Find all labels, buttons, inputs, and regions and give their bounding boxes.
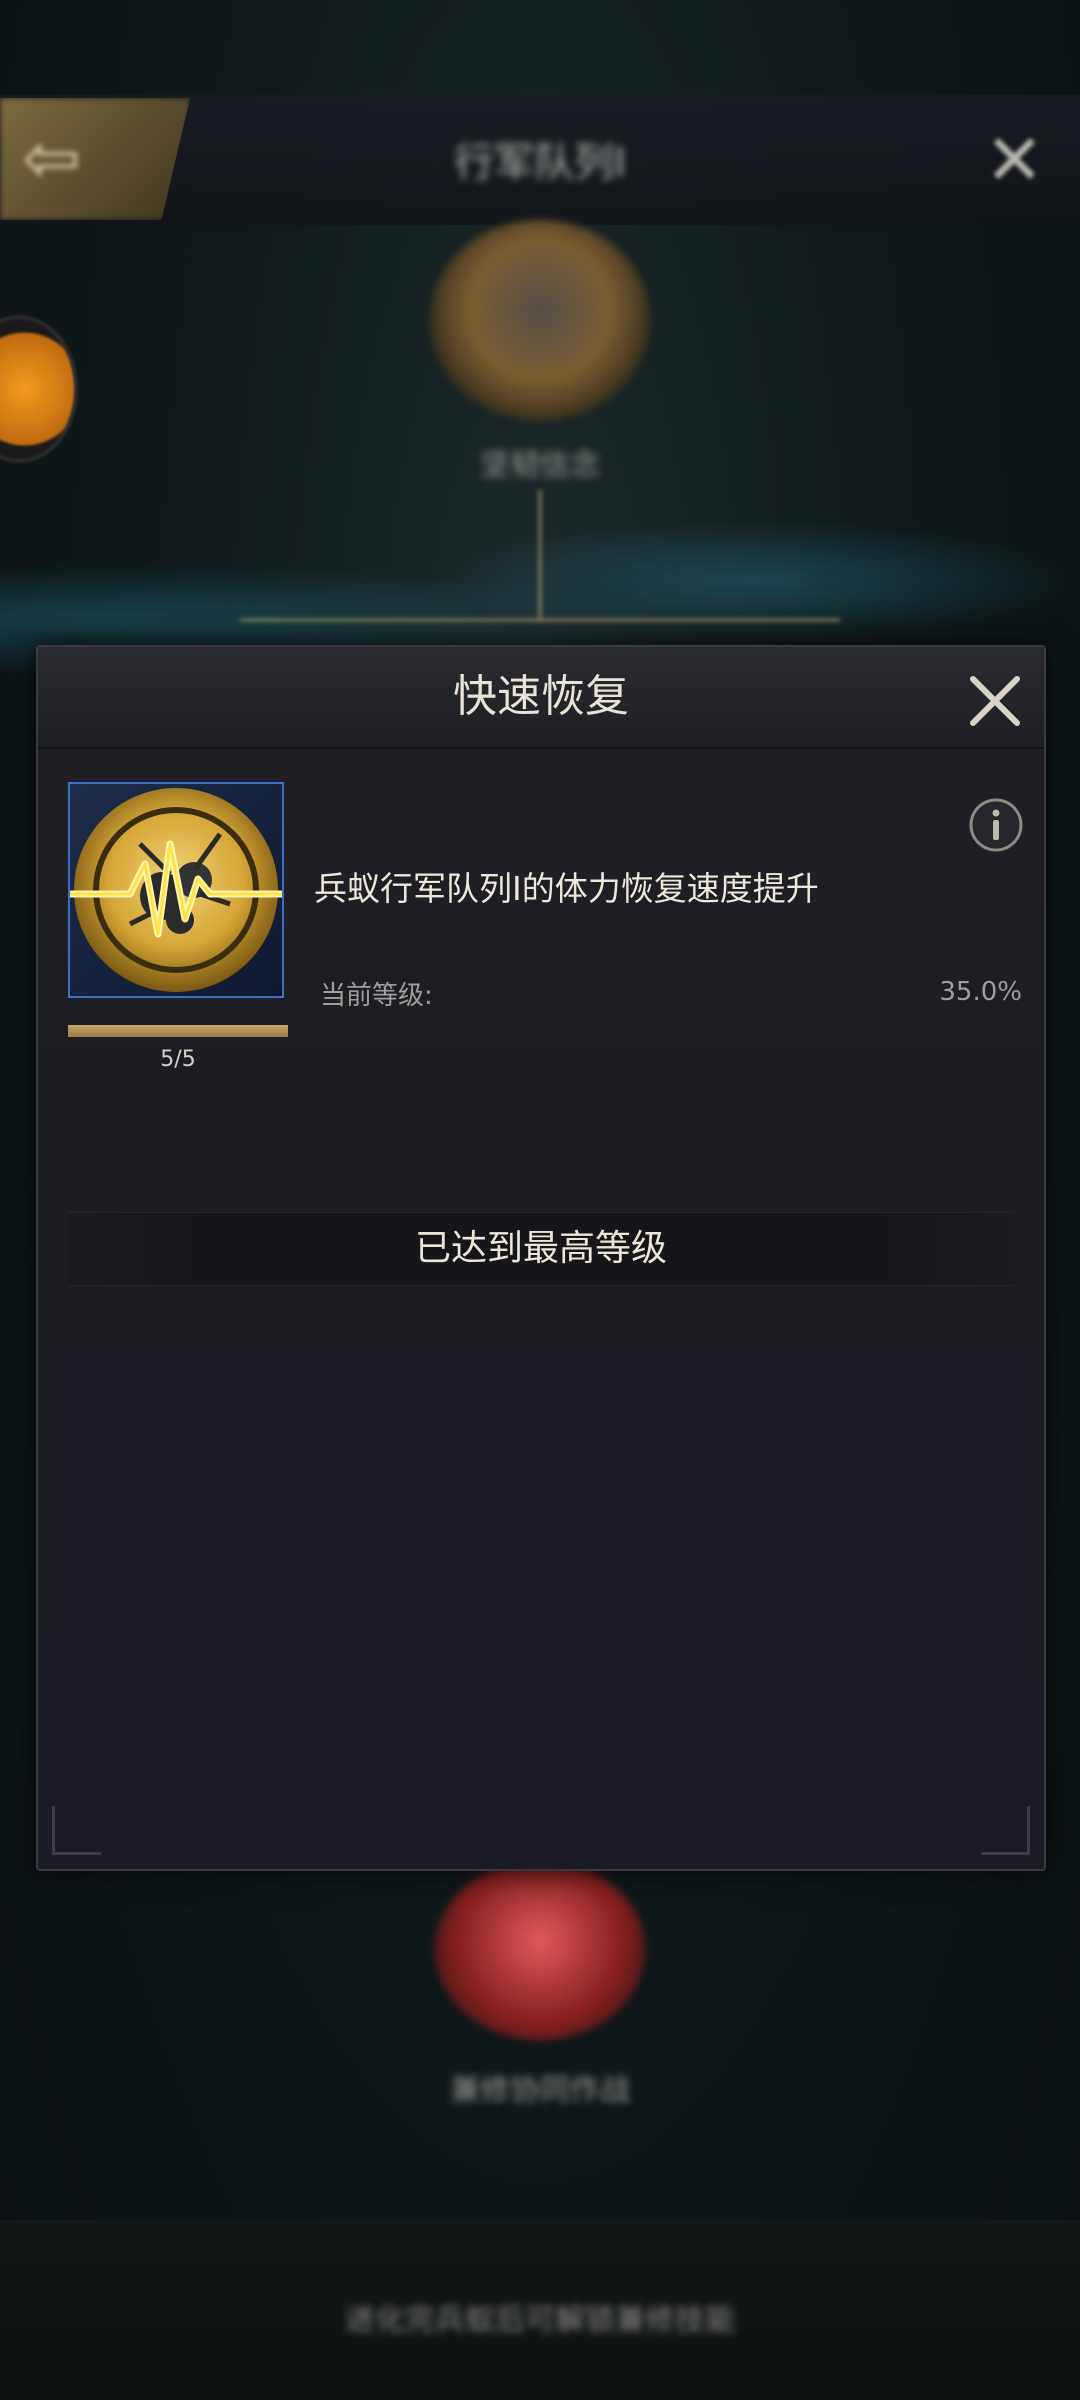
close-icon[interactable]	[963, 669, 1027, 733]
skill-detail-dialog: 快速恢复 5/5 兵蚁行军队列I的体力恢复速度提升 当前等级: 35.0% 已达…	[36, 645, 1046, 1871]
background-node-label-bottom: 兼修协同作战	[450, 2073, 630, 2108]
background-title: 行军队列I	[454, 140, 626, 186]
background-close-icon: ✕	[985, 119, 1044, 201]
max-level-text: 已达到最高等级	[414, 1228, 667, 1269]
max-level-banner: 已达到最高等级	[68, 1212, 1014, 1286]
background-footer-text: 进化完兵蚁后可解锁兼修技能	[345, 2303, 735, 2338]
background-connector-vertical	[538, 490, 542, 620]
background-connector-horizontal	[240, 618, 840, 622]
skill-level-progress-fill	[68, 1025, 288, 1037]
current-level-value: 35.0%	[939, 977, 1022, 1007]
dialog-header: 快速恢复	[38, 647, 1044, 749]
corner-ornament-left	[52, 1806, 101, 1855]
background-node-label-top: 坚韧信念	[480, 448, 600, 483]
ant-heartbeat-icon	[70, 788, 282, 992]
skill-description: 兵蚁行军队列I的体力恢复速度提升	[314, 869, 819, 908]
info-icon[interactable]	[968, 797, 1024, 853]
skill-level-text: 5/5	[160, 1047, 196, 1072]
current-level-label: 当前等级:	[320, 981, 433, 1011]
skill-icon-frame	[68, 782, 284, 998]
dialog-title: 快速恢复	[453, 671, 629, 722]
corner-ornament-right	[981, 1806, 1030, 1855]
background-skill-node-top	[430, 220, 650, 420]
skill-level-progress	[68, 1025, 288, 1037]
background-skill-node-bottom	[435, 1860, 645, 2040]
